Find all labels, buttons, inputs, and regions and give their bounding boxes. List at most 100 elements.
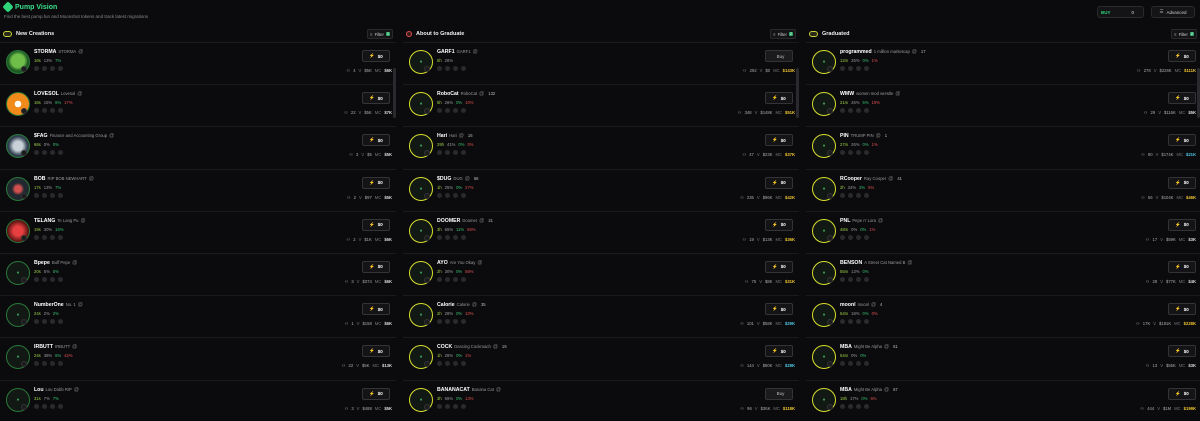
twitter-icon[interactable] (848, 66, 853, 71)
twitter-icon[interactable] (848, 192, 853, 198)
token-card[interactable]: ● programmed 1 million marketcap @ 17 12… (806, 42, 1200, 84)
website-icon[interactable] (840, 319, 845, 325)
copy-icon[interactable]: @ (479, 91, 484, 97)
copy-icon[interactable]: @ (878, 218, 883, 224)
quick-buy-button[interactable]: ⚡ $0 (1168, 134, 1196, 147)
quick-buy-button[interactable]: ⚡ $0 (1168, 218, 1196, 231)
telegram-icon[interactable] (453, 234, 458, 240)
copy-icon[interactable]: @ (884, 387, 889, 393)
twitter-icon[interactable] (848, 108, 853, 114)
token-card[interactable]: ● $DUG DUG @ 66 1h 25% 0% 27% ⚡ $0 ⚇ 235… (403, 168, 799, 211)
telegram-icon[interactable] (50, 108, 55, 114)
token-ticker[interactable]: DOOMER (437, 218, 460, 224)
twitter-icon[interactable] (445, 276, 450, 282)
twitter-icon[interactable] (42, 276, 47, 282)
search-icon[interactable] (58, 234, 63, 240)
token-card[interactable]: ● NumberOne No. 1 @ 24s 2% 2% ⚡ $0 ⚇ 1 V… (0, 295, 396, 337)
website-icon[interactable] (437, 150, 442, 156)
search-icon[interactable] (58, 108, 63, 114)
twitter-icon[interactable] (848, 403, 853, 409)
token-card[interactable]: ● AYO Are You Okay @ 2h 30% 0% 56% ⚡ $0 … (403, 252, 799, 295)
copy-icon[interactable]: @ (907, 260, 912, 266)
copy-icon[interactable]: @ (89, 176, 94, 182)
search-icon[interactable] (864, 108, 869, 114)
search-icon[interactable] (864, 66, 869, 71)
token-ticker[interactable]: Calorie (437, 302, 455, 308)
website-icon[interactable] (34, 66, 39, 71)
quick-buy-button[interactable]: ⚡ $0 (1168, 92, 1196, 105)
website-icon[interactable] (840, 150, 845, 156)
copy-icon[interactable]: @ (472, 302, 477, 308)
search-icon[interactable] (864, 150, 869, 156)
website-icon[interactable] (34, 234, 39, 240)
token-ticker[interactable]: Lou (34, 387, 44, 393)
token-ticker[interactable]: MBA (840, 387, 852, 393)
telegram-icon[interactable] (856, 403, 861, 409)
telegram-icon[interactable] (453, 150, 458, 156)
token-card[interactable]: ● COCK Dancing Cockroach @ 19 1h 28% 0% … (403, 337, 799, 379)
quick-buy-button[interactable]: ⚡ $0 (362, 176, 390, 189)
website-icon[interactable] (840, 276, 845, 282)
scrollbar[interactable] (393, 68, 396, 118)
token-card[interactable]: ● IRBUTT IRBUTT @ 24s 38% 6% 42% ⚡ $0 ⚇ … (0, 337, 396, 379)
search-icon[interactable] (58, 319, 63, 325)
twitter-icon[interactable] (848, 276, 853, 282)
quick-buy-button[interactable]: ⚡ $0 (362, 218, 390, 231)
token-ticker[interactable]: LOVESOL (34, 91, 59, 97)
telegram-icon[interactable] (856, 192, 861, 198)
search-icon[interactable] (864, 361, 869, 367)
website-icon[interactable] (34, 108, 39, 114)
token-ticker[interactable]: AYO (437, 260, 448, 266)
token-card[interactable]: ● RCooper Ray Cooper @ 41 2h 34% 2% 5% ⚡… (806, 168, 1200, 211)
quick-buy-button[interactable]: ⚡ $0 (765, 92, 793, 105)
token-ticker[interactable]: BANANACAT (437, 387, 470, 393)
website-icon[interactable] (34, 276, 39, 282)
token-card[interactable]: ● BENSON A Street Cat Named B @ 55m 13% … (806, 252, 1200, 295)
telegram-icon[interactable] (50, 361, 55, 367)
website-icon[interactable] (34, 192, 39, 198)
quick-buy-button[interactable]: ⚡ $0 (1168, 50, 1196, 62)
twitter-icon[interactable] (42, 319, 47, 325)
buy-amount[interactable]: 0 (1131, 10, 1134, 15)
token-ticker[interactable]: moonl (840, 302, 856, 308)
twitter-icon[interactable] (848, 150, 853, 156)
search-icon[interactable] (864, 192, 869, 198)
twitter-icon[interactable] (848, 361, 853, 367)
token-ticker[interactable]: IRBUTT (34, 344, 53, 350)
website-icon[interactable] (437, 403, 442, 409)
token-ticker[interactable]: $FAG (34, 133, 48, 139)
twitter-icon[interactable] (445, 192, 450, 198)
twitter-icon[interactable] (445, 319, 450, 325)
copy-icon[interactable]: @ (459, 133, 464, 139)
telegram-icon[interactable] (856, 361, 861, 367)
website-icon[interactable] (437, 108, 442, 114)
token-ticker[interactable]: BOB (34, 176, 46, 182)
copy-icon[interactable]: @ (876, 133, 881, 139)
token-ticker[interactable]: Bpepe (34, 260, 50, 266)
token-card[interactable]: ● Calorie Calorie @ 35 2h 28% 0% 10% ⚡ $… (403, 295, 799, 337)
token-card[interactable]: ● Bpepe Buff Pepe @ 20s 5% 5% ⚡ $0 ⚇ 3 V… (0, 252, 396, 295)
token-card[interactable]: ● PIN TRUMP PIN @ 1 27m 26% 0% 1% ⚡ $0 ⚇… (806, 126, 1200, 168)
website-icon[interactable] (437, 234, 442, 240)
copy-icon[interactable]: @ (78, 49, 83, 55)
website-icon[interactable] (840, 108, 845, 114)
twitter-icon[interactable] (42, 403, 47, 409)
token-ticker[interactable]: GARF1 (437, 49, 455, 55)
copy-icon[interactable]: @ (895, 91, 900, 97)
token-card[interactable]: ● moonl moonl @ 4 54m 18% 0% 0% ⚡ $0 ⚇ 1… (806, 295, 1200, 337)
telegram-icon[interactable] (856, 319, 861, 325)
token-ticker[interactable]: BENSON (840, 260, 862, 266)
quick-buy-button[interactable]: ⚡ $0 (765, 176, 793, 189)
copy-icon[interactable]: @ (465, 176, 470, 182)
website-icon[interactable] (437, 361, 442, 367)
quick-buy-button[interactable]: ⚡ $0 (362, 345, 390, 358)
token-ticker[interactable]: Hari (437, 133, 447, 139)
twitter-icon[interactable] (445, 150, 450, 156)
token-card[interactable]: ● PNL Pepe n' Lora @ 48m 0% 0% 1% ⚡ $0 ⚇… (806, 210, 1200, 253)
twitter-icon[interactable] (42, 150, 47, 156)
telegram-icon[interactable] (856, 276, 861, 282)
search-icon[interactable] (461, 276, 466, 282)
token-card[interactable]: $FAG Finance and Accounting Group @ 66s … (0, 126, 396, 168)
token-card[interactable]: TELANG Te Lang Pu @ 19s 30% 16% ⚡ $0 ⚇ 2… (0, 210, 396, 253)
telegram-icon[interactable] (50, 192, 55, 198)
